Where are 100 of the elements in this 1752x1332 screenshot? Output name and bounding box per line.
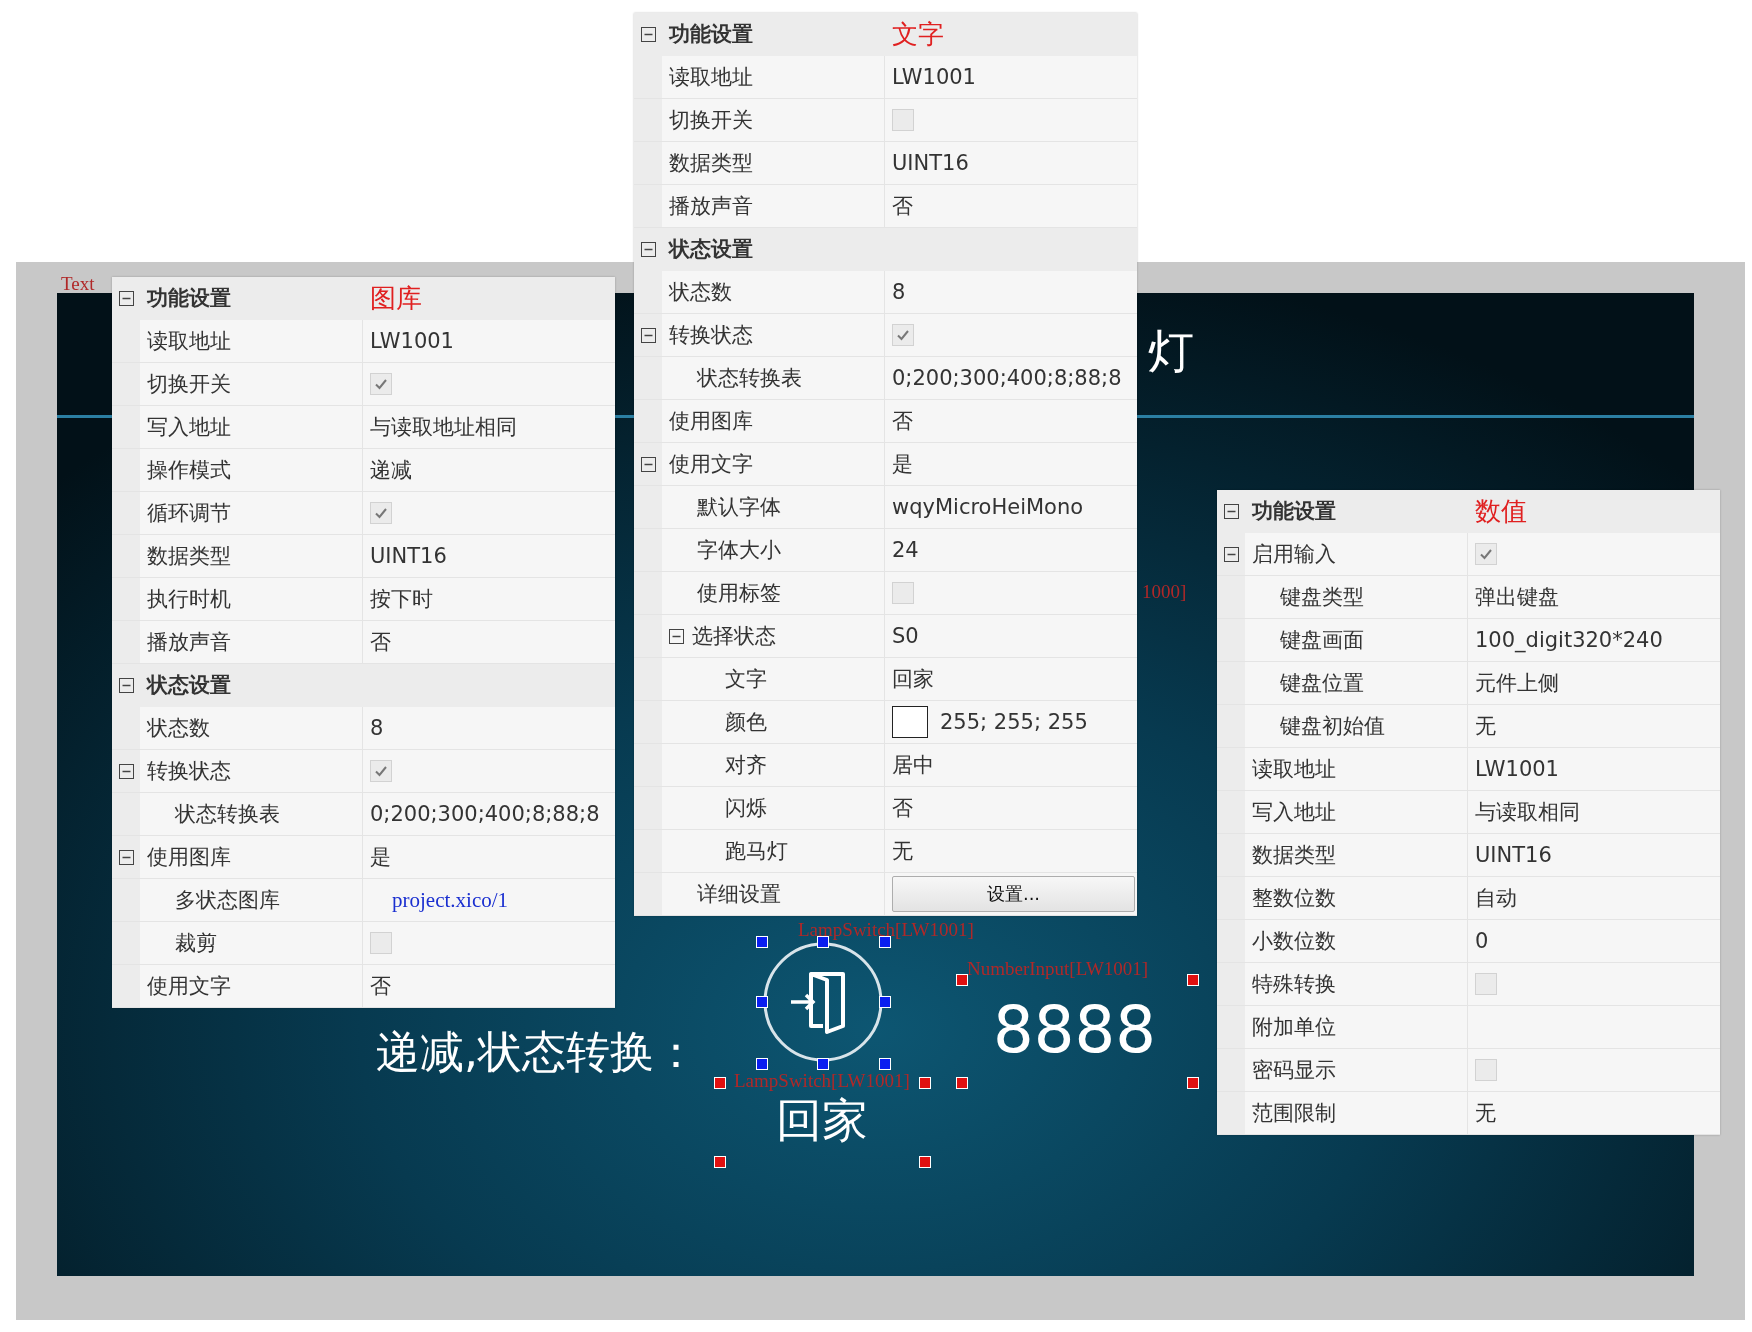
- checkbox[interactable]: [892, 582, 914, 604]
- property-row[interactable]: 颜色 255; 255; 255: [634, 701, 1137, 744]
- property-row[interactable]: 跑马灯 无: [634, 830, 1137, 873]
- property-label: 字体大小: [697, 537, 781, 564]
- collapse-icon[interactable]: [640, 26, 656, 42]
- checkbox[interactable]: [370, 760, 392, 782]
- collapse-icon[interactable]: [640, 456, 656, 472]
- property-row[interactable]: 详细设置 设置...: [634, 873, 1137, 916]
- collapse-icon[interactable]: [1223, 546, 1239, 562]
- property-row[interactable]: 状态转换表 0;200;300;400;8;88;8: [634, 357, 1137, 400]
- property-row[interactable]: 使用文字 否: [112, 965, 615, 1008]
- property-row[interactable]: 操作模式 递减: [112, 449, 615, 492]
- property-row[interactable]: 密码显示: [1217, 1049, 1720, 1092]
- property-row[interactable]: 数据类型 UINT16: [634, 142, 1137, 185]
- checkbox[interactable]: [370, 373, 392, 395]
- property-row[interactable]: 范围限制 无: [1217, 1092, 1720, 1135]
- selection-handle[interactable]: [817, 1058, 829, 1070]
- property-row[interactable]: 读取地址 LW1001: [1217, 748, 1720, 791]
- property-label: 读取地址: [147, 328, 231, 355]
- property-row[interactable]: 写入地址 与读取相同: [1217, 791, 1720, 834]
- property-row[interactable]: 播放声音 否: [112, 621, 615, 664]
- selection-handle[interactable]: [956, 1077, 968, 1089]
- property-row[interactable]: 特殊转换: [1217, 963, 1720, 1006]
- property-label: 数据类型: [147, 543, 231, 570]
- property-row[interactable]: 循环调节: [112, 492, 615, 535]
- collapse-icon[interactable]: [669, 628, 684, 644]
- collapse-icon[interactable]: [1223, 503, 1239, 519]
- property-row[interactable]: 数据类型 UINT16: [1217, 834, 1720, 877]
- checkbox[interactable]: [892, 324, 914, 346]
- property-row[interactable]: 状态转换表 0;200;300;400;8;88;8: [112, 793, 615, 836]
- property-row[interactable]: 字体大小 24: [634, 529, 1137, 572]
- property-label: 文字: [725, 666, 767, 693]
- property-row[interactable]: 状态数 8: [634, 271, 1137, 314]
- collapse-icon[interactable]: [118, 290, 134, 306]
- section-header[interactable]: 状态设置: [112, 664, 615, 707]
- property-row[interactable]: 选择状态 S0: [634, 615, 1137, 658]
- property-row[interactable]: 使用图库 是: [112, 836, 615, 879]
- property-label: 使用文字: [669, 451, 753, 478]
- selection-handle[interactable]: [756, 936, 768, 948]
- checkbox[interactable]: [1475, 543, 1497, 565]
- property-row[interactable]: 键盘类型 弹出键盘: [1217, 576, 1720, 619]
- property-row[interactable]: 读取地址 LW1001: [634, 56, 1137, 99]
- property-row[interactable]: 使用标签: [634, 572, 1137, 615]
- selection-handle[interactable]: [956, 974, 968, 986]
- settings-button[interactable]: 设置...: [892, 876, 1135, 912]
- property-row[interactable]: 启用输入: [1217, 533, 1720, 576]
- property-row[interactable]: 小数位数 0: [1217, 920, 1720, 963]
- property-row[interactable]: 写入地址 与读取地址相同: [112, 406, 615, 449]
- selection-handle[interactable]: [879, 1058, 891, 1070]
- file-link[interactable]: project.xico/1: [392, 887, 509, 913]
- selection-handle[interactable]: [756, 996, 768, 1008]
- property-row[interactable]: 默认字体 wqyMicroHeiMono: [634, 486, 1137, 529]
- property-label: 使用图库: [669, 408, 753, 435]
- selection-handle[interactable]: [879, 996, 891, 1008]
- collapse-icon[interactable]: [118, 763, 134, 779]
- checkbox[interactable]: [1475, 973, 1497, 995]
- property-row[interactable]: 多状态图库 project.xico/1: [112, 879, 615, 922]
- property-row[interactable]: 文字 回家: [634, 658, 1137, 701]
- property-row[interactable]: 裁剪: [112, 922, 615, 965]
- checkbox[interactable]: [1475, 1059, 1497, 1081]
- property-value: 否: [370, 629, 391, 656]
- property-row[interactable]: 读取地址 LW1001: [112, 320, 615, 363]
- property-row[interactable]: 键盘初始值 无: [1217, 705, 1720, 748]
- property-row[interactable]: 整数位数 自动: [1217, 877, 1720, 920]
- property-row[interactable]: 对齐 居中: [634, 744, 1137, 787]
- section-header[interactable]: 功能设置 数值: [1217, 490, 1720, 533]
- property-row[interactable]: 转换状态: [634, 314, 1137, 357]
- property-row[interactable]: 数据类型 UINT16: [112, 535, 615, 578]
- checkbox[interactable]: [370, 502, 392, 524]
- selection-handle[interactable]: [1187, 974, 1199, 986]
- selection-handle[interactable]: [756, 1058, 768, 1070]
- property-row[interactable]: 执行时机 按下时: [112, 578, 615, 621]
- collapse-icon[interactable]: [640, 241, 656, 257]
- selection-handle[interactable]: [919, 1077, 931, 1089]
- selection-handle[interactable]: [919, 1156, 931, 1168]
- property-value: 0;200;300;400;8;88;8: [370, 802, 600, 826]
- color-swatch[interactable]: [892, 706, 928, 738]
- property-row[interactable]: 闪烁 否: [634, 787, 1137, 830]
- property-row[interactable]: 使用文字 是: [634, 443, 1137, 486]
- property-row[interactable]: 键盘画面 100_digit320*240: [1217, 619, 1720, 662]
- section-header[interactable]: 功能设置 文字: [634, 13, 1137, 56]
- property-row[interactable]: 转换状态: [112, 750, 615, 793]
- property-label: 循环调节: [147, 500, 231, 527]
- collapse-icon[interactable]: [118, 849, 134, 865]
- section-header[interactable]: 状态设置: [634, 228, 1137, 271]
- checkbox[interactable]: [370, 932, 392, 954]
- property-row[interactable]: 状态数 8: [112, 707, 615, 750]
- property-row[interactable]: 使用图库 否: [634, 400, 1137, 443]
- property-row[interactable]: 切换开关: [112, 363, 615, 406]
- collapse-icon[interactable]: [640, 327, 656, 343]
- selection-handle[interactable]: [1187, 1077, 1199, 1089]
- property-row[interactable]: 键盘位置 元件上侧: [1217, 662, 1720, 705]
- property-row[interactable]: 播放声音 否: [634, 185, 1137, 228]
- collapse-icon[interactable]: [118, 677, 134, 693]
- selection-handle[interactable]: [714, 1156, 726, 1168]
- checkbox[interactable]: [892, 109, 914, 131]
- property-row[interactable]: 附加单位: [1217, 1006, 1720, 1049]
- property-row[interactable]: 切换开关: [634, 99, 1137, 142]
- selection-handle[interactable]: [714, 1077, 726, 1089]
- section-header[interactable]: 功能设置 图库: [112, 277, 615, 320]
